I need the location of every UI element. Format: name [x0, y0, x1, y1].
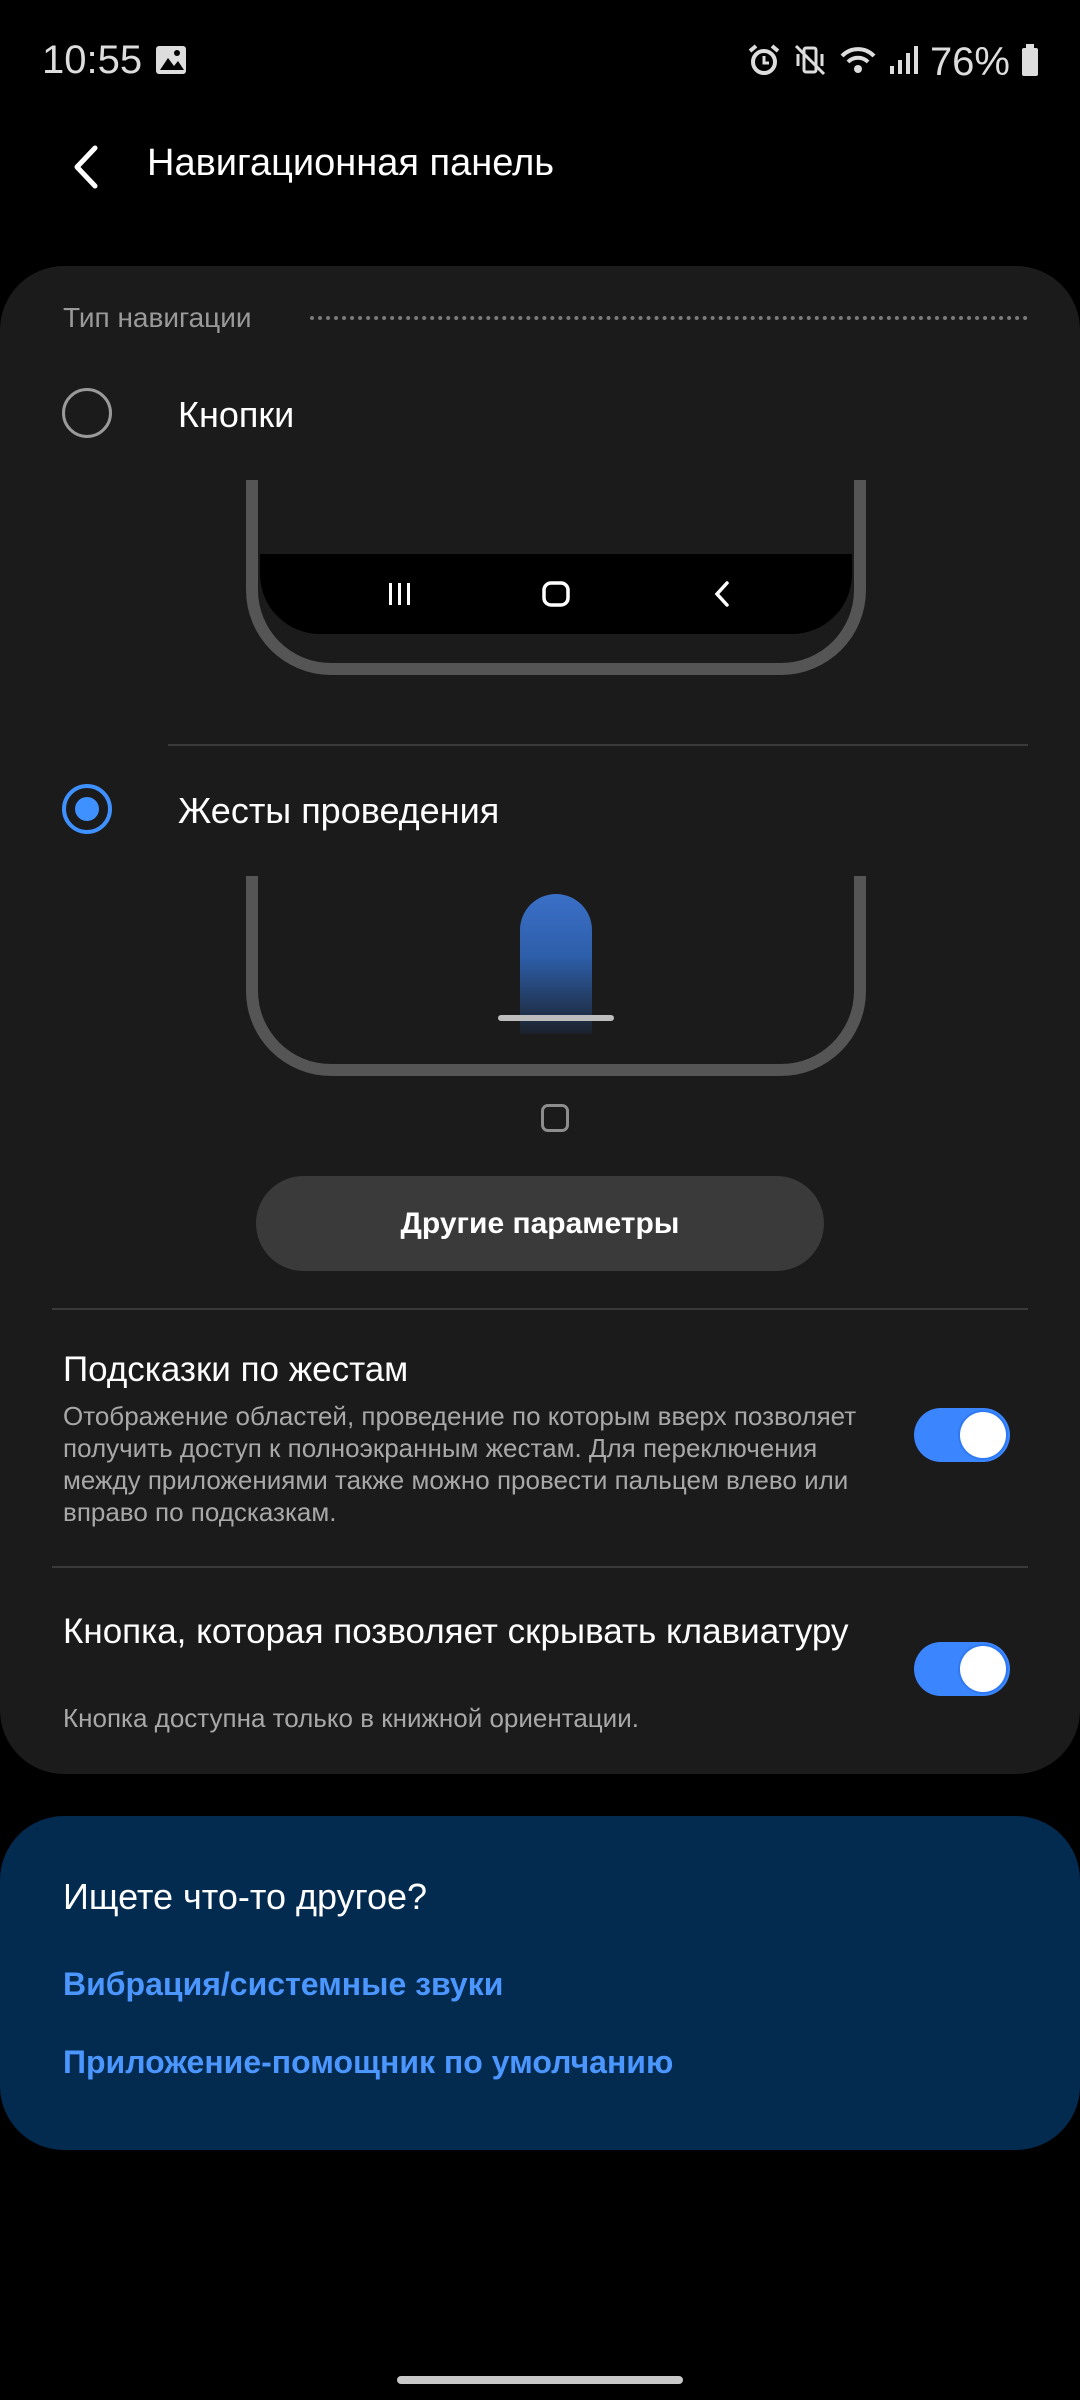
back-arrow-icon — [74, 145, 98, 189]
buttons-preview-navbar — [260, 554, 852, 634]
option-label-buttons[interactable]: Кнопки — [178, 394, 294, 436]
app-bar: Навигационная панель — [0, 120, 1080, 210]
radio-buttons-option[interactable] — [62, 388, 112, 438]
divider — [52, 1308, 1028, 1310]
back-nav-icon — [692, 554, 752, 634]
suggestions-title: Ищете что-то другое? — [63, 1876, 428, 1917]
suggestions-card: Ищете что-то другое? Вибрация/системные … — [0, 1816, 1080, 2150]
toggle-knob — [960, 1646, 1006, 1692]
gesture-hints-description: Отображение областей, проведение по кото… — [63, 1401, 857, 1527]
section-divider — [310, 316, 1028, 320]
link-vibration-sounds[interactable]: Вибрация/системные звуки — [63, 1966, 503, 2003]
more-options-button[interactable]: Другие параметры — [256, 1176, 824, 1271]
status-bar: 10:55 76% — [0, 0, 1080, 120]
vibrate-mute-icon — [792, 42, 828, 83]
swipe-gesture-icon — [520, 894, 592, 1034]
signal-icon — [888, 42, 920, 83]
hide-keyboard-button-toggle[interactable] — [914, 1642, 1010, 1696]
gallery-icon — [154, 44, 188, 81]
hide-keyboard-button-description: Кнопка доступна только в книжной ориента… — [63, 1703, 639, 1733]
gesture-hints-toggle[interactable] — [914, 1408, 1010, 1462]
alarm-icon — [746, 42, 782, 83]
recents-icon — [370, 554, 430, 634]
gesture-hints-title[interactable]: Подсказки по жестам — [63, 1348, 408, 1392]
gesture-handle-icon — [498, 1015, 614, 1021]
hide-keyboard-button-title[interactable]: Кнопка, которая позволяет скрывать клави… — [63, 1610, 863, 1654]
section-header: Тип навигации — [63, 302, 252, 333]
link-default-assistant-app[interactable]: Приложение-помощник по умолчанию — [63, 2044, 673, 2081]
back-button[interactable] — [50, 132, 120, 202]
wifi-icon — [838, 42, 878, 83]
home-indicator[interactable] — [397, 2376, 683, 2384]
option-label-gestures[interactable]: Жесты проведения — [178, 790, 499, 832]
navigation-settings-card: Тип навигации Кнопки Жесты проведения Др… — [0, 266, 1080, 1774]
toggle-knob — [960, 1412, 1006, 1458]
home-icon — [526, 554, 586, 634]
battery-icon — [1020, 42, 1040, 83]
page-title: Навигационная панель — [147, 142, 555, 184]
divider — [168, 744, 1028, 746]
square-icon — [541, 1104, 569, 1132]
radio-gestures-option[interactable] — [62, 784, 112, 834]
status-icons: 76% — [746, 40, 1040, 85]
divider — [52, 1566, 1028, 1568]
battery-percentage: 76% — [929, 40, 1010, 84]
status-time: 10:55 — [42, 38, 143, 82]
